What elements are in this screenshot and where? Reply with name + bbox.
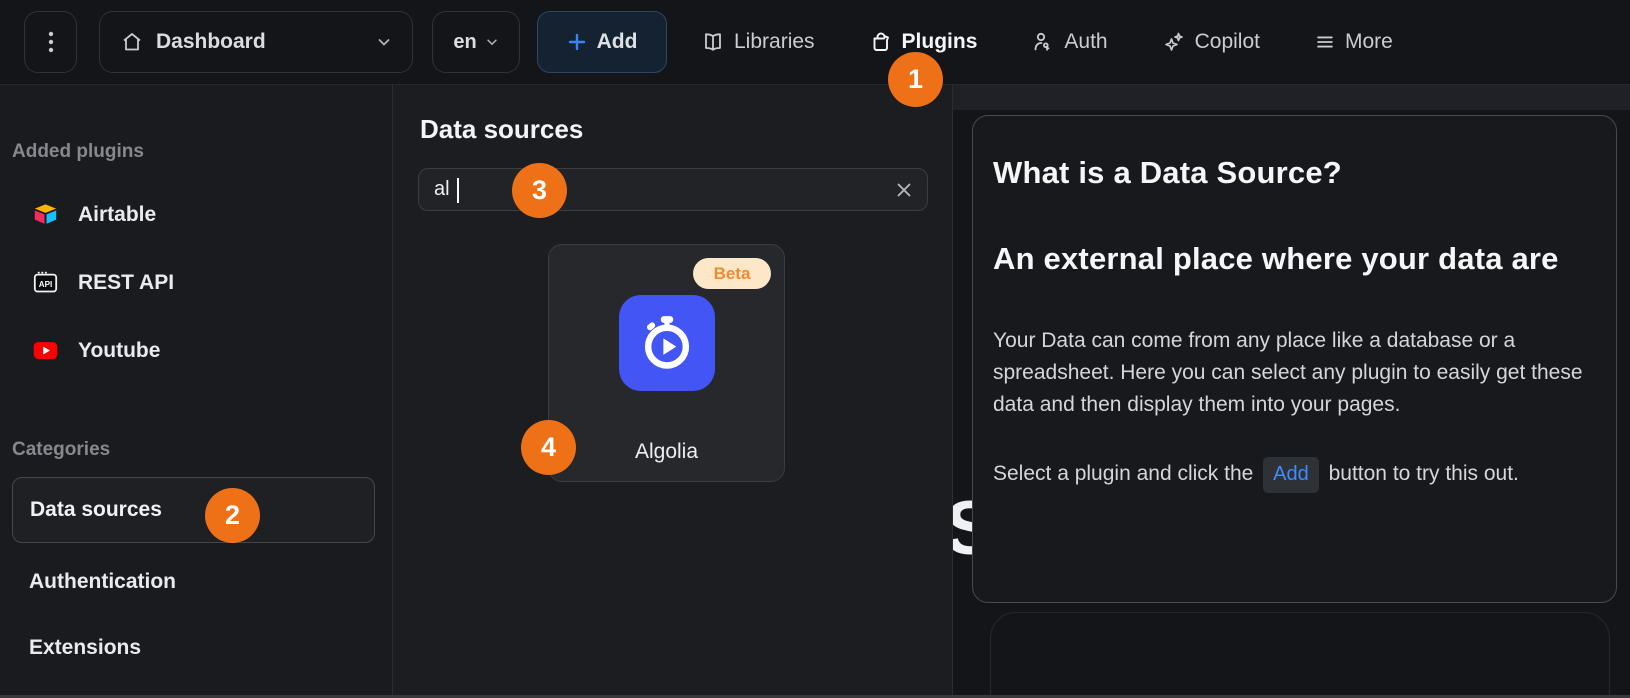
sidebar-item-rest-api[interactable]: API REST API xyxy=(32,269,174,296)
step-badge-1: 1 xyxy=(888,52,943,107)
beta-badge: Beta xyxy=(693,258,771,289)
nav-item-more[interactable]: More xyxy=(1314,30,1393,54)
sparkles-icon xyxy=(1162,30,1186,54)
text-caret xyxy=(457,178,459,203)
canvas-top-band xyxy=(953,85,1630,110)
plugin-card-algolia[interactable]: Beta Algolia xyxy=(548,244,785,482)
menu-icon xyxy=(1314,31,1336,53)
plugin-search-input[interactable] xyxy=(419,169,881,210)
nav-label: Libraries xyxy=(734,30,815,53)
added-plugins-heading: Added plugins xyxy=(12,141,144,162)
step-badge-2: 2 xyxy=(205,488,260,543)
info-card-paragraph-2: Select a plugin and click the Add button… xyxy=(993,457,1594,493)
locale-label: en xyxy=(453,30,477,53)
plus-icon xyxy=(567,32,587,52)
nav-item-libraries[interactable]: Libraries xyxy=(701,30,815,54)
category-label: Data sources xyxy=(30,498,162,521)
chevron-down-icon xyxy=(376,34,392,50)
sidebar-item-label: Youtube xyxy=(78,338,161,362)
main-area: Added plugins Airtable API REST API Yout… xyxy=(0,85,1630,695)
locale-dropdown[interactable]: en xyxy=(432,11,520,73)
svg-text:API: API xyxy=(39,280,52,289)
sidebar-item-label: REST API xyxy=(78,270,175,294)
sidebar-item-youtube[interactable]: Youtube xyxy=(32,337,160,364)
panel-title: Data sources xyxy=(420,114,584,144)
categories-heading: Categories xyxy=(12,439,111,460)
nav-item-plugins[interactable]: Plugins xyxy=(869,30,978,54)
page-selector-dropdown[interactable]: Dashboard xyxy=(99,11,413,73)
category-item-extensions[interactable]: Extensions xyxy=(29,636,141,660)
nav-label: Copilot xyxy=(1194,30,1260,53)
category-item-authentication[interactable]: Authentication xyxy=(29,570,176,594)
info-card-subtitle: An external place where your data are xyxy=(993,241,1559,276)
plugin-bag-icon xyxy=(869,30,893,54)
top-toolbar: Dashboard en Add Libraries Plugins Auth … xyxy=(0,0,1630,85)
info-card-paragraph: Your Data can come from any place like a… xyxy=(993,329,1583,416)
sidebar-item-label: Airtable xyxy=(78,202,157,226)
nav-item-copilot[interactable]: Copilot xyxy=(1162,30,1260,54)
home-icon xyxy=(120,30,144,54)
youtube-logo-icon xyxy=(32,337,59,364)
user-key-icon xyxy=(1031,30,1055,54)
page-selector-label: Dashboard xyxy=(156,30,266,53)
airtable-logo-icon xyxy=(32,201,59,228)
data-sources-panel: Data sources Beta Algolia xyxy=(393,85,953,695)
step-badge-4: 4 xyxy=(521,420,576,475)
kebab-icon xyxy=(40,29,62,55)
paragraph2-after: button to try this out. xyxy=(1322,462,1519,485)
kebab-menu-button[interactable] xyxy=(24,11,77,73)
nav-label: More xyxy=(1344,30,1393,53)
add-button[interactable]: Add xyxy=(537,11,667,73)
algolia-stopwatch-icon xyxy=(619,295,715,391)
editor-canvas: S What is a Data Source? An external pla… xyxy=(953,85,1630,695)
rest-api-logo-icon: API xyxy=(32,269,59,296)
add-button-label: Add xyxy=(596,30,638,53)
sidebar-item-airtable[interactable]: Airtable xyxy=(32,201,156,228)
nav-item-auth[interactable]: Auth xyxy=(1031,30,1108,54)
book-open-icon xyxy=(701,30,725,54)
nav-label: Plugins xyxy=(901,30,978,53)
info-card-title: What is a Data Source? xyxy=(993,155,1342,190)
paragraph2-before: Select a plugin and click the xyxy=(993,462,1260,485)
add-inline-chip: Add xyxy=(1263,457,1319,493)
step-badge-3: 3 xyxy=(512,163,567,218)
nav-label: Auth xyxy=(1064,30,1108,53)
top-navigation: Libraries Plugins Auth Copilot More xyxy=(701,30,1393,54)
category-item-data-sources[interactable]: Data sources xyxy=(12,477,375,543)
plugin-search-box xyxy=(418,168,928,211)
clear-search-icon[interactable] xyxy=(881,169,927,210)
data-source-info-card: What is a Data Source? An external place… xyxy=(972,115,1617,603)
chevron-down-icon xyxy=(485,35,499,49)
plugins-sidebar: Added plugins Airtable API REST API Yout… xyxy=(0,85,393,695)
canvas-ghost-outline xyxy=(990,612,1610,695)
plugin-card-label: Algolia xyxy=(634,440,699,463)
